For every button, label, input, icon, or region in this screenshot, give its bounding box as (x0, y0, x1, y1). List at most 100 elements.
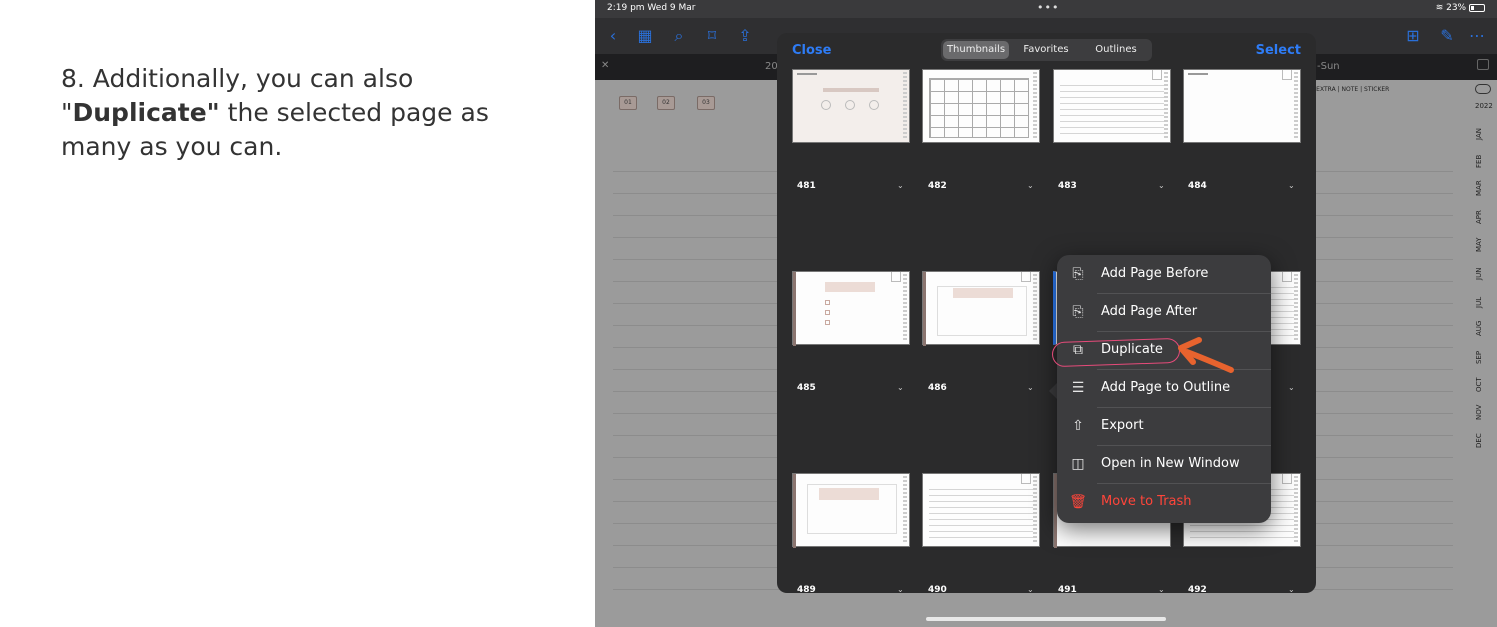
chevron-down-icon[interactable]: ⌄ (1027, 383, 1034, 392)
thumb-bookmark-icon (1021, 272, 1031, 282)
doc-add-before-icon: ⎘ (1072, 266, 1084, 282)
thumb-circle (869, 100, 879, 110)
planner-tag-bar[interactable]: L | EXTRA | NOTE | STICKER (1307, 86, 1389, 93)
page-thumbnail[interactable] (792, 271, 910, 346)
month-tab[interactable]: OCT (1475, 372, 1483, 392)
page-thumbnail[interactable] (922, 69, 1040, 143)
modal-header: Close Thumbnails Favorites Outlines Sele… (777, 33, 1316, 68)
menu-item-open-new-window[interactable]: ◫ Open in New Window (1057, 445, 1271, 483)
thumb-bookmark-icon (1152, 70, 1162, 80)
chevron-down-icon[interactable]: ⌄ (1288, 383, 1295, 392)
trash-icon: 🗑 (1069, 494, 1087, 510)
page-thumbnail[interactable] (922, 271, 1040, 346)
page-number: 484 (1188, 181, 1207, 191)
tab-expand-icon[interactable] (1477, 59, 1489, 70)
thumb-side-stripe (1033, 72, 1037, 140)
more-icon[interactable]: ⋯ (1467, 26, 1487, 45)
menu-item-add-page-after[interactable]: ⎘ Add Page After (1057, 293, 1271, 331)
instruction-text: 8. Additionally, you can also "Duplicate… (61, 62, 531, 164)
tab-partial-label: -Sun (1317, 61, 1340, 72)
month-tab[interactable]: NOV (1475, 400, 1483, 420)
page-number: 491 (1058, 585, 1077, 593)
page-thumbnail[interactable] (1053, 69, 1171, 143)
month-tab[interactable]: JUN (1475, 260, 1483, 280)
day-box-01[interactable]: 01 (619, 96, 637, 110)
menu-item-label: Add Page After (1101, 304, 1198, 319)
share-icon[interactable]: ⇪ (735, 26, 755, 45)
tab-outlines[interactable]: Outlines (1083, 41, 1149, 59)
pen-icon[interactable]: ✎ (1437, 26, 1457, 45)
month-tab[interactable]: FEB (1475, 148, 1483, 168)
home-indicator[interactable] (926, 617, 1166, 621)
grid-icon[interactable]: ▦ (635, 26, 655, 45)
tab-partial-number: 20 (765, 61, 778, 72)
page-thumbnail[interactable] (792, 69, 910, 143)
status-bar: 2:19 pm Wed 9 Mar ••• ≋ 23% (595, 0, 1497, 18)
select-button[interactable]: Select (1256, 43, 1301, 58)
new-page-icon[interactable]: ⊞ (1403, 26, 1423, 45)
close-tab-icon[interactable]: ✕ (601, 60, 609, 71)
close-button[interactable]: Close (792, 43, 831, 58)
month-tab[interactable]: APR (1475, 204, 1483, 224)
day-box-03[interactable]: 03 (697, 96, 715, 110)
month-tab[interactable]: AUG (1475, 316, 1483, 336)
month-tab[interactable]: MAR (1475, 176, 1483, 196)
page-number: 483 (1058, 181, 1077, 191)
day-box-02[interactable]: 02 (657, 96, 675, 110)
menu-item-label: Move to Trash (1101, 494, 1192, 509)
menu-item-label: Add Page to Outline (1101, 380, 1231, 395)
bookmark-icon[interactable]: ⌑ (702, 26, 722, 45)
thumb-side-stripe (1164, 72, 1168, 140)
page-number: 482 (928, 181, 947, 191)
chevron-down-icon[interactable]: ⌄ (897, 383, 904, 392)
thumb-title-block (825, 282, 875, 292)
page-thumbnail[interactable] (1183, 69, 1301, 143)
chevron-down-icon[interactable]: ⌄ (1288, 585, 1295, 593)
menu-item-add-page-before[interactable]: ⎘ Add Page Before (1057, 255, 1271, 293)
menu-item-add-to-outline[interactable]: ☰ Add Page to Outline (1057, 369, 1271, 407)
chevron-down-icon[interactable]: ⌄ (1158, 585, 1165, 593)
menu-item-move-to-trash[interactable]: 🗑 Move to Trash (1057, 483, 1271, 521)
multitask-dots[interactable]: ••• (1037, 1, 1059, 14)
month-tab[interactable]: DEC (1475, 428, 1483, 448)
month-tab[interactable]: MAY (1475, 232, 1483, 252)
tab-favorites[interactable]: Favorites (1013, 41, 1079, 59)
battery-icon (1469, 3, 1485, 12)
thumb-side-stripe (903, 274, 907, 342)
menu-item-label: Export (1101, 418, 1144, 433)
month-tab[interactable]: JAN (1475, 120, 1483, 140)
page-thumbnail[interactable] (792, 473, 910, 548)
chevron-down-icon[interactable]: ⌄ (897, 181, 904, 190)
month-pill-icon[interactable] (1475, 84, 1491, 94)
chevron-down-icon[interactable]: ⌄ (1288, 181, 1295, 190)
thumb-side-stripe (903, 72, 907, 140)
thumb-title-block (819, 488, 879, 500)
chevron-down-icon[interactable]: ⌄ (1027, 181, 1034, 190)
doc-add-after-icon: ⎘ (1072, 304, 1084, 320)
menu-item-export[interactable]: ⇧ Export (1057, 407, 1271, 445)
ipad-screenshot: 2:19 pm Wed 9 Mar ••• ≋ 23% ‹ ▦ ⌕ ⌑ ⇪ ⊞ … (595, 0, 1497, 627)
month-year[interactable]: 2022 (1475, 102, 1493, 110)
search-icon[interactable]: ⌕ (669, 26, 689, 46)
thumb-side-stripe (903, 476, 907, 544)
thumb-title-block (823, 88, 879, 92)
back-icon[interactable]: ‹ (603, 26, 623, 45)
chevron-down-icon[interactable]: ⌄ (1158, 181, 1165, 190)
thumb-calendar-grid (929, 78, 1029, 138)
duplicate-highlight-outline (1051, 337, 1181, 368)
chevron-down-icon[interactable]: ⌄ (897, 585, 904, 593)
month-tab[interactable]: JUL (1475, 288, 1483, 308)
page-thumbnail[interactable] (922, 473, 1040, 547)
page-number: 486 (928, 383, 947, 393)
battery-percent: 23% (1446, 3, 1467, 13)
thumb-checkbox (825, 310, 830, 315)
thumb-checkbox (825, 320, 830, 325)
split-window-icon: ◫ (1071, 456, 1085, 472)
page-number: 481 (797, 181, 816, 191)
chevron-down-icon[interactable]: ⌄ (1027, 585, 1034, 593)
month-tab[interactable]: SEP (1475, 344, 1483, 364)
menu-item-label: Add Page Before (1101, 266, 1209, 281)
thumb-bookmark-icon (891, 272, 901, 282)
thumb-side-stripe (1294, 274, 1298, 342)
tab-thumbnails[interactable]: Thumbnails (943, 41, 1009, 59)
